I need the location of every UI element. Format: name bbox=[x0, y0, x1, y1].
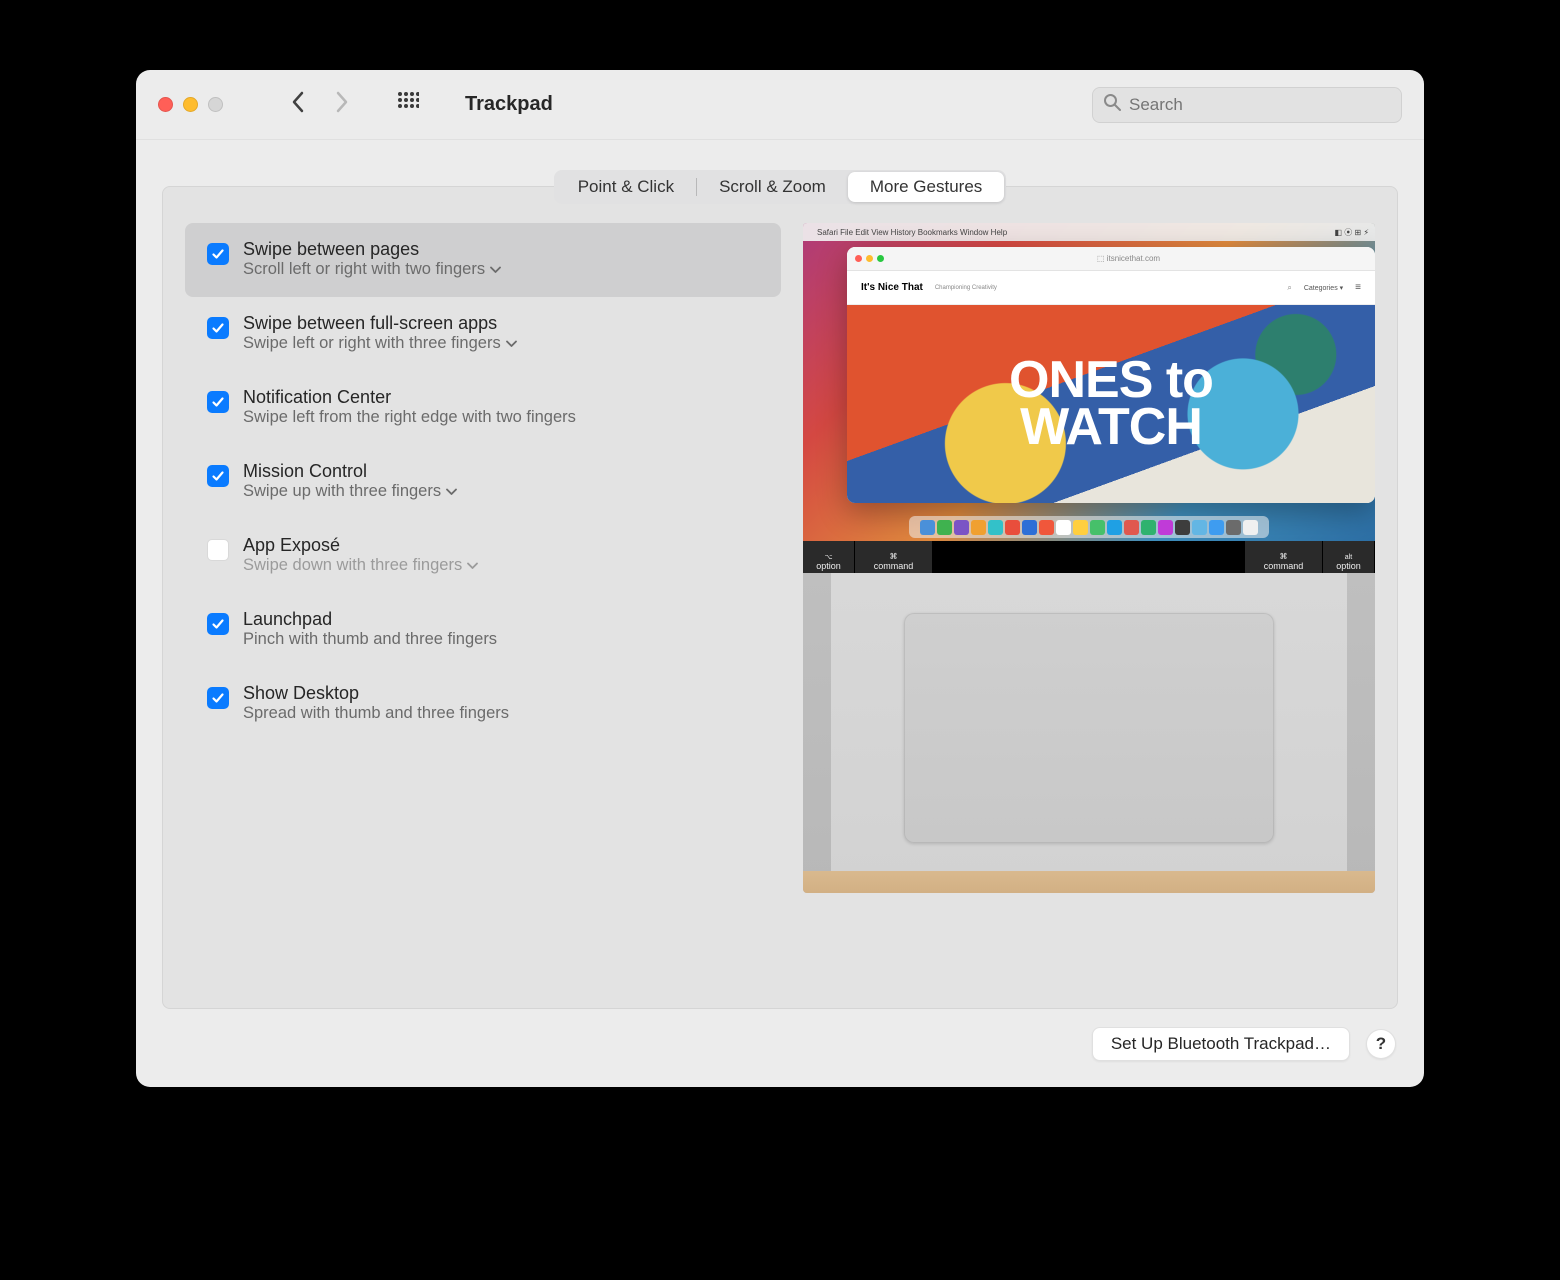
option-title: Swipe between full-screen apps bbox=[243, 313, 517, 334]
content-panel: Swipe between pagesScroll left or right … bbox=[162, 186, 1398, 1009]
setup-bluetooth-button[interactable]: Set Up Bluetooth Trackpad… bbox=[1092, 1027, 1350, 1061]
option-title: Launchpad bbox=[243, 609, 497, 630]
option-checkbox[interactable] bbox=[207, 613, 229, 635]
preview-site-body: ONES to WATCH bbox=[847, 305, 1375, 503]
option-subtitle: Spread with thumb and three fingers bbox=[243, 704, 509, 723]
preview-screen: Safari File Edit View History Bookmarks … bbox=[803, 223, 1375, 541]
dock-app-icon bbox=[1090, 520, 1105, 535]
dock-app-icon bbox=[1124, 520, 1139, 535]
option-checkbox[interactable] bbox=[207, 391, 229, 413]
dock-app-icon bbox=[1158, 520, 1173, 535]
dock-app-icon bbox=[1209, 520, 1224, 535]
tab-point-click[interactable]: Point & Click bbox=[556, 172, 696, 202]
option-subtitle: Swipe left from the right edge with two … bbox=[243, 408, 576, 427]
dock-app-icon bbox=[1107, 520, 1122, 535]
dock-app-icon bbox=[1226, 520, 1241, 535]
option-subtitle[interactable]: Swipe left or right with three fingers bbox=[243, 334, 517, 353]
option-subtitle: Pinch with thumb and three fingers bbox=[243, 630, 497, 649]
option-title: Mission Control bbox=[243, 461, 457, 482]
option-title: Show Desktop bbox=[243, 683, 509, 704]
gesture-option[interactable]: Mission ControlSwipe up with three finge… bbox=[185, 445, 781, 519]
chevron-down-icon bbox=[506, 334, 517, 353]
option-checkbox[interactable] bbox=[207, 539, 229, 561]
preview-safari-chrome: ⬚ itsnicethat.com bbox=[847, 247, 1375, 271]
preview-keyboard: ⌥option ⌘command ⌘command altoption bbox=[803, 541, 1375, 573]
dock-app-icon bbox=[1039, 520, 1054, 535]
gesture-option[interactable]: LaunchpadPinch with thumb and three fing… bbox=[185, 593, 781, 667]
dock-app-icon bbox=[1073, 520, 1088, 535]
dock-app-icon bbox=[971, 520, 986, 535]
preview-menubar: Safari File Edit View History Bookmarks … bbox=[803, 223, 1375, 241]
preview-trackpad bbox=[904, 613, 1274, 843]
zoom-window-button[interactable] bbox=[208, 97, 223, 112]
search-icon bbox=[1103, 93, 1121, 116]
footer: Set Up Bluetooth Trackpad… ? bbox=[136, 1009, 1424, 1087]
option-title: Notification Center bbox=[243, 387, 576, 408]
tab-group: Point & Click Scroll & Zoom More Gesture… bbox=[554, 170, 1007, 204]
option-checkbox[interactable] bbox=[207, 317, 229, 339]
option-checkbox[interactable] bbox=[207, 687, 229, 709]
preview-site-logo: It's Nice That bbox=[861, 282, 923, 293]
window-controls bbox=[158, 97, 223, 112]
option-subtitle[interactable]: Swipe down with three fingers bbox=[243, 556, 478, 575]
option-subtitle[interactable]: Swipe up with three fingers bbox=[243, 482, 457, 501]
preview-headline: ONES to WATCH bbox=[1009, 357, 1213, 451]
dock-app-icon bbox=[1005, 520, 1020, 535]
chevron-down-icon bbox=[467, 556, 478, 575]
preview-dock bbox=[909, 516, 1269, 538]
search-input[interactable] bbox=[1129, 95, 1391, 115]
back-button[interactable] bbox=[291, 91, 305, 118]
nav-arrows bbox=[291, 91, 349, 118]
dock-app-icon bbox=[1056, 520, 1071, 535]
dock-app-icon bbox=[1175, 520, 1190, 535]
dock-app-icon bbox=[920, 520, 935, 535]
dock-app-icon bbox=[1243, 520, 1258, 535]
preview-safari-window: ⬚ itsnicethat.com It's Nice That Champio… bbox=[847, 247, 1375, 503]
gesture-option[interactable]: App ExposéSwipe down with three fingers bbox=[185, 519, 781, 593]
gesture-option[interactable]: Show DesktopSpread with thumb and three … bbox=[185, 667, 781, 741]
gesture-option[interactable]: Notification CenterSwipe left from the r… bbox=[185, 371, 781, 445]
dock-app-icon bbox=[1192, 520, 1207, 535]
tab-more-gestures[interactable]: More Gestures bbox=[848, 172, 1004, 202]
dock-app-icon bbox=[988, 520, 1003, 535]
minimize-window-button[interactable] bbox=[183, 97, 198, 112]
preview-site-header: It's Nice That Championing Creativity ⌕ … bbox=[847, 271, 1375, 305]
tab-scroll-zoom[interactable]: Scroll & Zoom bbox=[697, 172, 848, 202]
chevron-down-icon bbox=[446, 482, 457, 501]
dock-app-icon bbox=[954, 520, 969, 535]
gesture-option[interactable]: Swipe between full-screen appsSwipe left… bbox=[185, 297, 781, 371]
forward-button[interactable] bbox=[335, 91, 349, 118]
options-list: Swipe between pagesScroll left or right … bbox=[185, 223, 781, 986]
dock-app-icon bbox=[937, 520, 952, 535]
help-button[interactable]: ? bbox=[1366, 1029, 1396, 1059]
option-subtitle[interactable]: Scroll left or right with two fingers bbox=[243, 260, 501, 279]
page-title: Trackpad bbox=[465, 93, 553, 116]
option-title: Swipe between pages bbox=[243, 239, 501, 260]
option-checkbox[interactable] bbox=[207, 465, 229, 487]
dock-app-icon bbox=[1141, 520, 1156, 535]
chevron-down-icon bbox=[490, 260, 501, 279]
toolbar: Trackpad bbox=[136, 70, 1424, 140]
preview-trackpad-area bbox=[803, 573, 1375, 893]
close-window-button[interactable] bbox=[158, 97, 173, 112]
preferences-window: Trackpad Point & Click Scroll & Zoom Mor… bbox=[136, 70, 1424, 1087]
option-checkbox[interactable] bbox=[207, 243, 229, 265]
search-field[interactable] bbox=[1092, 87, 1402, 123]
gesture-option[interactable]: Swipe between pagesScroll left or right … bbox=[185, 223, 781, 297]
dock-app-icon bbox=[1022, 520, 1037, 535]
show-all-button[interactable] bbox=[397, 91, 419, 118]
option-title: App Exposé bbox=[243, 535, 478, 556]
gesture-preview: Safari File Edit View History Bookmarks … bbox=[803, 223, 1375, 893]
